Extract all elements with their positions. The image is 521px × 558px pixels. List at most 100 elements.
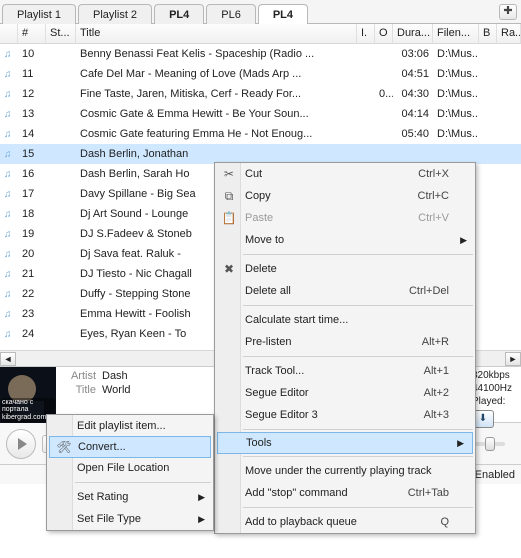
menu-shortcut: Ctrl+Tab [408, 487, 449, 499]
row-num: 22 [18, 288, 46, 300]
menu-item-label: Segue Editor [245, 387, 309, 399]
music-note-icon: ♫ [0, 89, 18, 100]
music-note-icon: ♫ [0, 49, 18, 60]
menu-item-track-tool[interactable]: Track Tool...Alt+1 [215, 360, 475, 382]
menu-item-label: Delete all [245, 285, 291, 297]
scroll-left-button[interactable]: ◄ [0, 352, 16, 366]
row-title: Dash Berlin, Jonathan [76, 148, 357, 160]
menu-shortcut: Alt+3 [424, 409, 449, 421]
row-title: Fine Taste, Jaren, Mitiska, Cerf - Ready… [76, 88, 357, 100]
submenu-arrow-icon: ▶ [460, 235, 467, 246]
menu-shortcut: Ctrl+Del [409, 285, 449, 297]
menu-item-label: Edit playlist item... [77, 420, 166, 432]
col-status[interactable]: St... [46, 24, 76, 43]
menu-item-segue-editor[interactable]: Segue Editor Alt+2 [215, 382, 475, 404]
row-num: 24 [18, 328, 46, 340]
col-filename[interactable]: Filen... [433, 24, 479, 43]
tab-pl4-active[interactable]: PL4 [258, 4, 308, 24]
context-menu[interactable]: ✂CutCtrl+X⧉CopyCtrl+C📋PasteCtrl+VMove to… [214, 162, 476, 534]
menu-item-label: Paste [245, 212, 273, 224]
menu-item-label: Move to [245, 234, 284, 246]
col-duration[interactable]: Dura... [393, 24, 433, 43]
menu-item-move-to[interactable]: Move to ▶ [215, 229, 475, 251]
row-duration: 04:30 [393, 88, 433, 100]
menu-item-calculate-start-time[interactable]: Calculate start time... [215, 309, 475, 331]
music-note-icon: ♫ [0, 189, 18, 200]
convert--icon: 🛠 [56, 440, 72, 454]
menu-item-tools[interactable]: Tools▶ [217, 432, 473, 454]
tab-pl4a[interactable]: PL4 [154, 4, 204, 24]
menu-item-segue-editor-3[interactable]: Segue Editor 3Alt+3 [215, 404, 475, 426]
music-note-icon: ♫ [0, 69, 18, 80]
col-num[interactable]: # [18, 24, 46, 43]
menu-item-paste: 📋PasteCtrl+V [215, 207, 475, 229]
col-title[interactable]: Title [76, 24, 357, 43]
menu-item-label: Cut [245, 168, 262, 180]
menu-item-label: Pre-listen [245, 336, 291, 348]
scroll-right-button[interactable]: ► [505, 352, 521, 366]
menu-item-set-file-type[interactable]: Set File Type▶ [47, 508, 213, 530]
menu-item-open-file-location[interactable]: Open File Location [47, 457, 213, 479]
menu-shortcut: Q [440, 516, 449, 528]
table-row[interactable]: ♫13Cosmic Gate & Emma Hewitt - Be Your S… [0, 104, 521, 124]
music-note-icon: ♫ [0, 149, 18, 160]
table-row[interactable]: ♫15 Dash Berlin, Jonathan [0, 144, 521, 164]
menu-item-cut[interactable]: ✂ Cut Ctrl+X [215, 163, 475, 185]
music-note-icon: ♫ [0, 109, 18, 120]
menu-item-copy[interactable]: ⧉CopyCtrl+C [215, 185, 475, 207]
row-filename: D:\Mus... [433, 68, 479, 80]
play-button[interactable] [6, 429, 36, 459]
row-num: 11 [18, 68, 46, 80]
copy-icon: ⧉ [221, 189, 237, 204]
table-row[interactable]: ♫12 Fine Taste, Jaren, Mitiska, Cerf - Re… [0, 84, 521, 104]
menu-item-add-stop-command[interactable]: Add "stop" commandCtrl+Tab [215, 482, 475, 504]
music-note-icon: ♫ [0, 209, 18, 220]
menu-item-label: Convert... [78, 441, 126, 453]
submenu-arrow-icon: ▶ [457, 438, 464, 449]
menu-item-delete-all[interactable]: Delete all Ctrl+Del [215, 280, 475, 302]
add-tab-button[interactable]: ✚ [499, 4, 517, 20]
column-headers[interactable]: # St... Title I. O Dura... Filen... B Ra… [0, 24, 521, 44]
slider-thumb[interactable] [485, 437, 495, 451]
col-o[interactable]: O [375, 24, 393, 43]
tab-playlist-1[interactable]: Playlist 1 [2, 4, 76, 24]
menu-shortcut: Ctrl+X [418, 168, 449, 180]
playlist-tabs: Playlist 1 Playlist 2 PL4 PL6 PL4 ✚ [0, 0, 521, 24]
menu-item-add-to-playback-queue[interactable]: Add to playback queue Q [215, 511, 475, 533]
row-title: Cosmic Gate featuring Emma He - Not Enou… [76, 128, 357, 140]
menu-item-label: Copy [245, 190, 271, 202]
music-note-icon: ♫ [0, 309, 18, 320]
menu-item-move-under-the-currently-playing-track[interactable]: Move under the currently playing track [215, 460, 475, 482]
table-row[interactable]: ♫11Cafe Del Mar - Meaning of Love (Mads … [0, 64, 521, 84]
menu-item-edit-playlist-item[interactable]: Edit playlist item... [47, 415, 213, 437]
menu-item-label: Set Rating [77, 491, 128, 503]
table-row[interactable]: ♫10Benny Benassi Feat Kelis - Spaceship … [0, 44, 521, 64]
row-duration: 03:06 [393, 48, 433, 60]
col-i[interactable]: I. [357, 24, 375, 43]
row-num: 12 [18, 88, 46, 100]
cut-icon: ✂ [221, 167, 237, 181]
menu-shortcut: Alt+1 [424, 365, 449, 377]
col-b[interactable]: B [479, 24, 497, 43]
row-num: 14 [18, 128, 46, 140]
tools-submenu[interactable]: Edit playlist item... 🛠 Convert... Open Fil… [46, 414, 214, 531]
table-row[interactable]: ♫14Cosmic Gate featuring Emma He - Not E… [0, 124, 521, 144]
title-label: Title [62, 384, 96, 396]
tab-playlist-2[interactable]: Playlist 2 [78, 4, 152, 24]
tab-pl6[interactable]: PL6 [206, 4, 256, 24]
menu-item-label: Open File Location [77, 462, 169, 474]
menu-item-delete[interactable]: ✖Delete [215, 258, 475, 280]
menu-shortcut: Ctrl+V [418, 212, 449, 224]
menu-shortcut: Alt+2 [424, 387, 449, 399]
row-num: 15 [18, 148, 46, 160]
menu-item-convert[interactable]: 🛠 Convert... [49, 436, 211, 458]
menu-item-set-rating[interactable]: Set Rating▶ [47, 486, 213, 508]
delete-icon: ✖ [221, 262, 237, 276]
music-note-icon: ♫ [0, 329, 18, 340]
menu-shortcut: Alt+R [422, 336, 449, 348]
col-rating[interactable]: Ra... [497, 24, 521, 43]
menu-item-pre-listen[interactable]: Pre-listen Alt+R [215, 331, 475, 353]
row-num: 20 [18, 248, 46, 260]
menu-item-label: Add to playback queue [245, 516, 357, 528]
menu-item-label: Move under the currently playing track [245, 465, 431, 477]
